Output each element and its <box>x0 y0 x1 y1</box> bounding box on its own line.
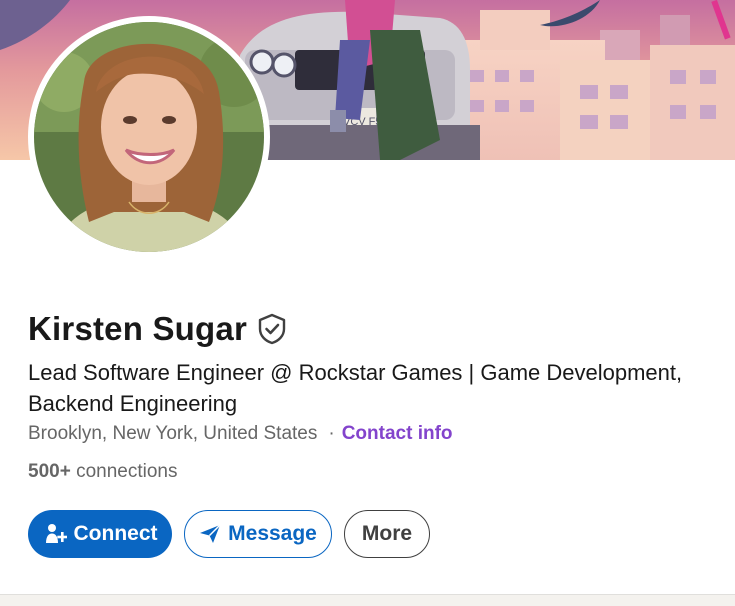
connect-button[interactable]: Connect <box>28 510 172 558</box>
more-button-label: More <box>361 522 413 545</box>
profile-location: Brooklyn, New York, United States <box>28 423 318 444</box>
connections-count-row[interactable]: 500+ connections <box>28 461 177 483</box>
connections-label: connections <box>76 461 178 482</box>
contact-info-link[interactable]: Contact info <box>342 423 453 445</box>
message-button-label: Message <box>228 522 317 545</box>
headline-line-2: Backend Engineering <box>28 391 238 416</box>
profile-headline: Lead Software Engineer @ Rockstar Games … <box>28 357 728 419</box>
location-row: Brooklyn, New York, United States · Cont… <box>28 423 453 445</box>
send-icon <box>199 524 221 544</box>
profile-actions: Connect Message More <box>28 510 430 558</box>
message-button[interactable]: Message <box>184 510 332 558</box>
profile-photo[interactable] <box>34 22 264 252</box>
connect-button-label: Connect <box>73 522 158 545</box>
profile-card: VCV F5 Kirsten Sugar Lead Software Engin… <box>0 0 735 595</box>
profile-photo-frame <box>28 16 270 258</box>
profile-name-row: Kirsten Sugar <box>28 307 287 351</box>
more-button[interactable]: More <box>344 510 430 558</box>
separator-dot: · <box>328 423 335 444</box>
verified-shield-icon[interactable] <box>257 313 287 345</box>
headline-line-1: Lead Software Engineer @ Rockstar Games … <box>28 360 683 385</box>
add-person-icon <box>45 523 67 545</box>
connections-count: 500+ <box>28 461 71 482</box>
profile-name: Kirsten Sugar <box>28 310 247 347</box>
